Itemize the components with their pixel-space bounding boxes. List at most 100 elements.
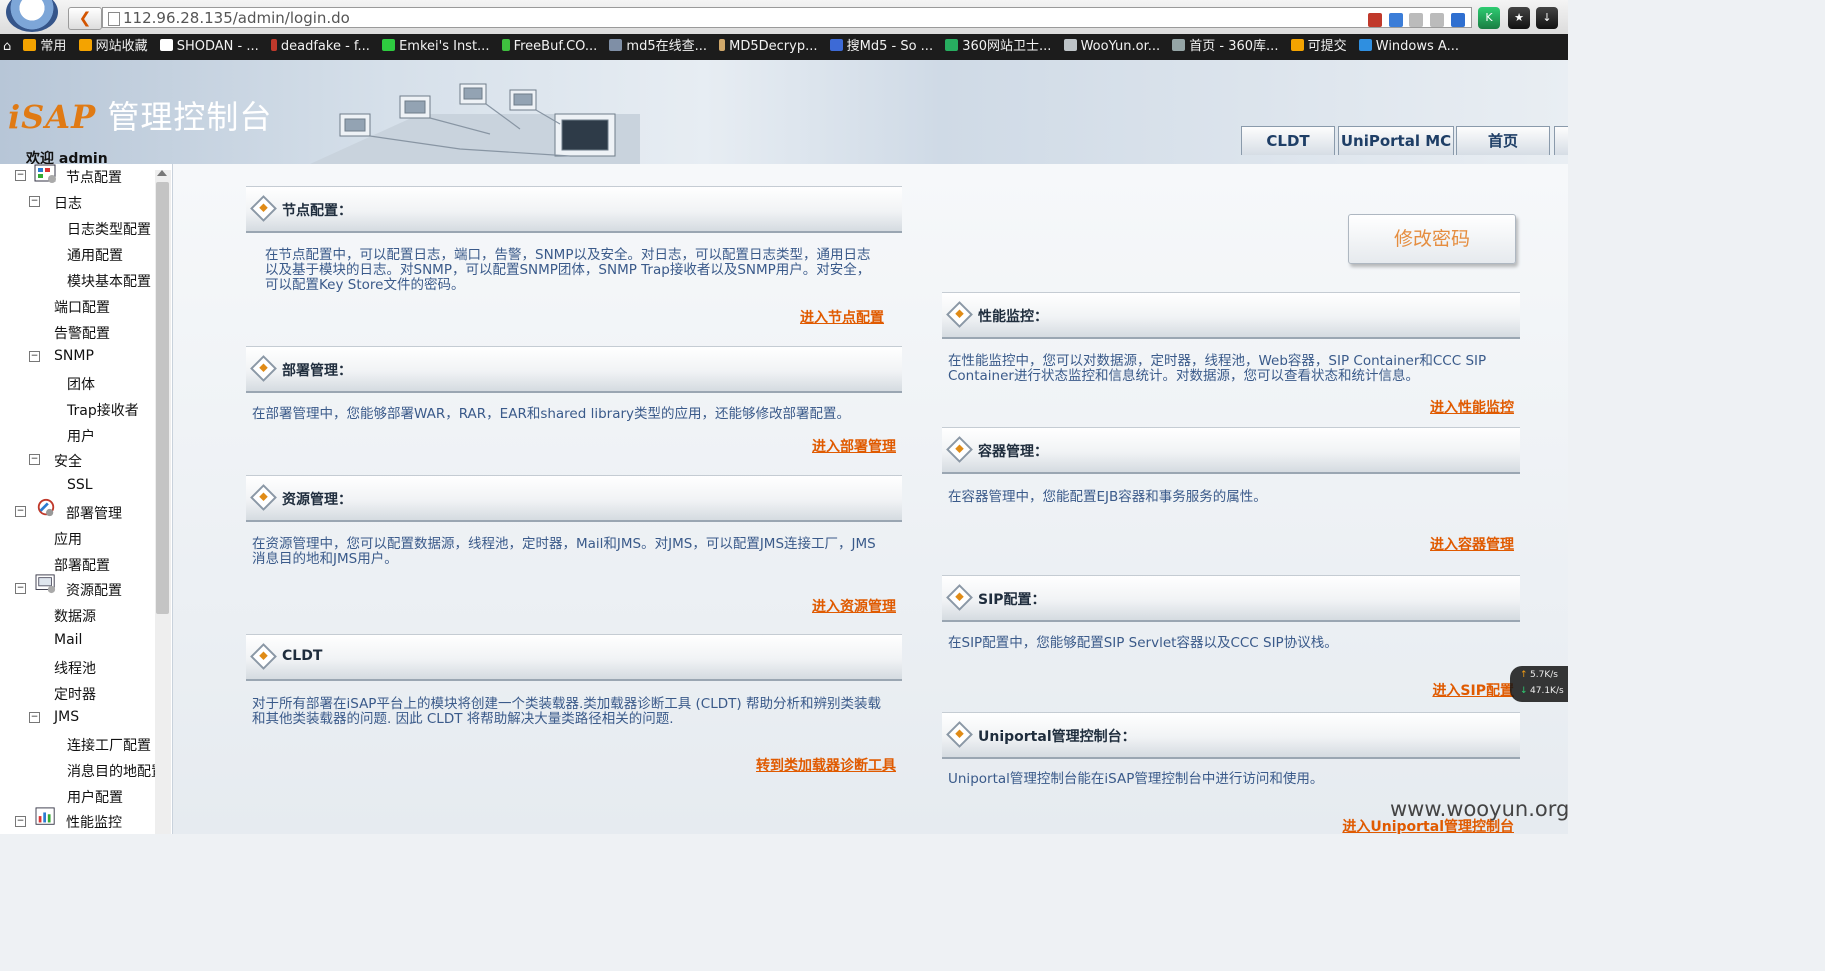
collapse-toggle[interactable]: − — [15, 816, 26, 827]
download-speed: 47.1K/s — [1530, 686, 1564, 696]
panel-perf-desc: 在性能监控中，您可以对数据源，定时器，线程池，Web容器，SIP Contain… — [948, 353, 1487, 384]
bookmark-star-icon[interactable]: ★ — [1508, 7, 1530, 29]
search-engine-icon[interactable] — [1451, 12, 1465, 27]
bookmark-item[interactable]: 可提交 — [1288, 34, 1352, 60]
enter-resource-link[interactable]: 进入资源管理 — [700, 596, 896, 616]
tab-home[interactable]: 首页 — [1456, 126, 1550, 155]
tab-overflow[interactable] — [1554, 126, 1568, 155]
collapse-toggle[interactable]: − — [29, 351, 40, 362]
scroll-up-icon[interactable] — [157, 170, 167, 176]
home-icon[interactable]: ⌂ — [0, 34, 16, 60]
tree-item-security[interactable]: 安全 — [54, 451, 82, 471]
tree-item-application[interactable]: 应用 — [54, 529, 82, 549]
panel-title: 容器管理： — [978, 444, 1048, 460]
tree-item-snmp-user[interactable]: 用户 — [67, 426, 95, 446]
panel-node-config-header: 节点配置： — [246, 186, 902, 231]
tree-item-connection-factory[interactable]: 连接工厂配置 — [67, 735, 151, 755]
collapse-toggle[interactable]: − — [29, 196, 40, 207]
tree-item-snmp[interactable]: SNMP — [54, 348, 94, 364]
tree-item-thread-pool[interactable]: 线程池 — [54, 658, 96, 678]
panel-node-config-desc: 在节点配置中，可以配置日志，端口，告警，SNMP以及安全。对日志，可以配置日志类… — [265, 247, 871, 293]
enter-node-config-link[interactable]: 进入节点配置 — [700, 307, 884, 327]
diamond-icon — [946, 301, 973, 328]
bookmark-item[interactable]: FreeBuf.CO... — [499, 34, 603, 60]
tree-item-jms-user[interactable]: 用户配置 — [67, 787, 123, 807]
tree-item-jms[interactable]: JMS — [54, 709, 79, 725]
browser-toolbar: ❮ 112.96.28.135/admin/login.do K ★ ↓ — [0, 0, 1568, 35]
tree-item-port-config[interactable]: 端口配置 — [54, 297, 110, 317]
collapse-toggle[interactable]: − — [15, 583, 26, 594]
bookmark-item[interactable]: Emkei's Inst... — [379, 34, 494, 60]
tree-item-module-config[interactable]: 模块基本配置 — [67, 271, 151, 291]
network-speed-widget[interactable]: ↑ 5.7K/s ↓ 47.1K/s — [1510, 666, 1568, 702]
tree-item-mail[interactable]: Mail — [54, 632, 82, 648]
tree-item-alarm-config[interactable]: 告警配置 — [54, 323, 110, 343]
diamond-icon — [250, 195, 277, 222]
tab-cldt[interactable]: CLDT — [1241, 126, 1335, 155]
tree-item-destination[interactable]: 消息目的地配置 — [67, 761, 165, 781]
enter-container-link[interactable]: 进入容器管理 — [1330, 534, 1514, 554]
tree-item-trap-receiver[interactable]: Trap接收者 — [67, 400, 139, 420]
panel-resource-header: 资源管理： — [246, 475, 902, 520]
welcome-text: 欢迎 admin — [26, 151, 108, 164]
tree-item-log-type[interactable]: 日志类型配置 — [67, 219, 151, 239]
upload-speed: 5.7K/s — [1530, 670, 1558, 680]
star-icon[interactable] — [1409, 12, 1424, 27]
nav-scrollbar[interactable] — [155, 170, 171, 834]
address-bar[interactable]: 112.96.28.135/admin/login.do — [102, 7, 1472, 28]
panel-title: 性能监控： — [978, 309, 1048, 325]
enter-deploy-link[interactable]: 进入部署管理 — [700, 436, 896, 456]
goto-cldt-link[interactable]: 转到类加载器诊断工具 — [700, 755, 896, 775]
tree-item-deploy-config[interactable]: 部署配置 — [54, 555, 110, 575]
diamond-icon — [946, 436, 973, 463]
change-password-button[interactable]: 修改密码 — [1348, 214, 1516, 264]
bookmark-item[interactable]: 常用 — [20, 34, 71, 60]
tree-item-datasource[interactable]: 数据源 — [54, 606, 96, 626]
tree-item-ssl[interactable]: SSL — [67, 477, 93, 493]
bookmark-item[interactable]: 360网站卫士... — [942, 34, 1056, 60]
page-icon — [108, 12, 120, 26]
bookmark-item[interactable]: SHODAN - ... — [157, 34, 264, 60]
k-extension-icon[interactable]: K — [1478, 7, 1500, 29]
panel-container-desc: 在容器管理中，您能配置EJB容器和事务服务的属性。 — [948, 489, 1267, 505]
tree-item-node-config[interactable]: 节点配置 — [66, 167, 122, 187]
enter-sip-link[interactable]: 进入SIP配置 — [1330, 680, 1514, 700]
url-text: 112.96.28.135/admin/login.do — [123, 9, 350, 27]
tree-item-deploy-mgmt[interactable]: 部署管理 — [66, 503, 122, 523]
scroll-thumb[interactable] — [156, 182, 169, 614]
tree-item-resource-config[interactable]: 资源配置 — [66, 580, 122, 600]
bookmark-item[interactable]: 首页 - 360库... — [1169, 34, 1283, 60]
collapse-toggle[interactable]: − — [29, 454, 40, 465]
tree-item-community[interactable]: 团体 — [67, 374, 95, 394]
translate-icon[interactable] — [1367, 12, 1382, 27]
diamond-icon — [946, 721, 973, 748]
tree-item-timer[interactable]: 定时器 — [54, 684, 96, 704]
refresh-icon[interactable] — [1430, 12, 1445, 27]
panel-sip-desc: 在SIP配置中，您能够配置SIP Servlet容器以及CCC SIP协议栈。 — [948, 635, 1338, 651]
panel-title: 部署管理： — [282, 363, 352, 379]
tab-uniportal-mc[interactable]: UniPortal MC — [1338, 126, 1454, 155]
bookmark-item[interactable]: md5在线查... — [606, 34, 712, 60]
panel-title: 节点配置： — [282, 203, 352, 219]
enter-perf-link[interactable]: 进入性能监控 — [1330, 397, 1514, 417]
bookmark-item[interactable]: deadfake - f... — [268, 34, 375, 60]
panel-cldt-header: CLDT — [246, 634, 902, 679]
bookmark-item[interactable]: MD5Decryp... — [716, 34, 822, 60]
collapse-toggle[interactable]: − — [15, 170, 26, 181]
tree-item-general-config[interactable]: 通用配置 — [67, 245, 123, 265]
tree-item-log[interactable]: 日志 — [54, 193, 82, 213]
back-button[interactable]: ❮ — [68, 7, 102, 30]
extension-icon[interactable] — [1388, 12, 1403, 27]
bookmark-item[interactable]: 网站收藏 — [76, 34, 153, 60]
panel-title: Uniportal管理控制台： — [978, 729, 1136, 745]
upload-icon: ↑ — [1520, 670, 1528, 680]
tree-item-performance[interactable]: 性能监控 — [66, 812, 122, 832]
performance-icon — [35, 807, 55, 825]
collapse-toggle[interactable]: − — [29, 712, 40, 723]
bookmark-item[interactable]: Windows A... — [1356, 34, 1464, 60]
collapse-toggle[interactable]: − — [15, 506, 26, 517]
download-icon[interactable]: ↓ — [1536, 7, 1558, 29]
bookmark-item[interactable]: WooYun.or... — [1061, 34, 1166, 60]
bookmark-item[interactable]: 搜Md5 - So ... — [827, 34, 938, 60]
node-config-icon — [34, 164, 56, 183]
